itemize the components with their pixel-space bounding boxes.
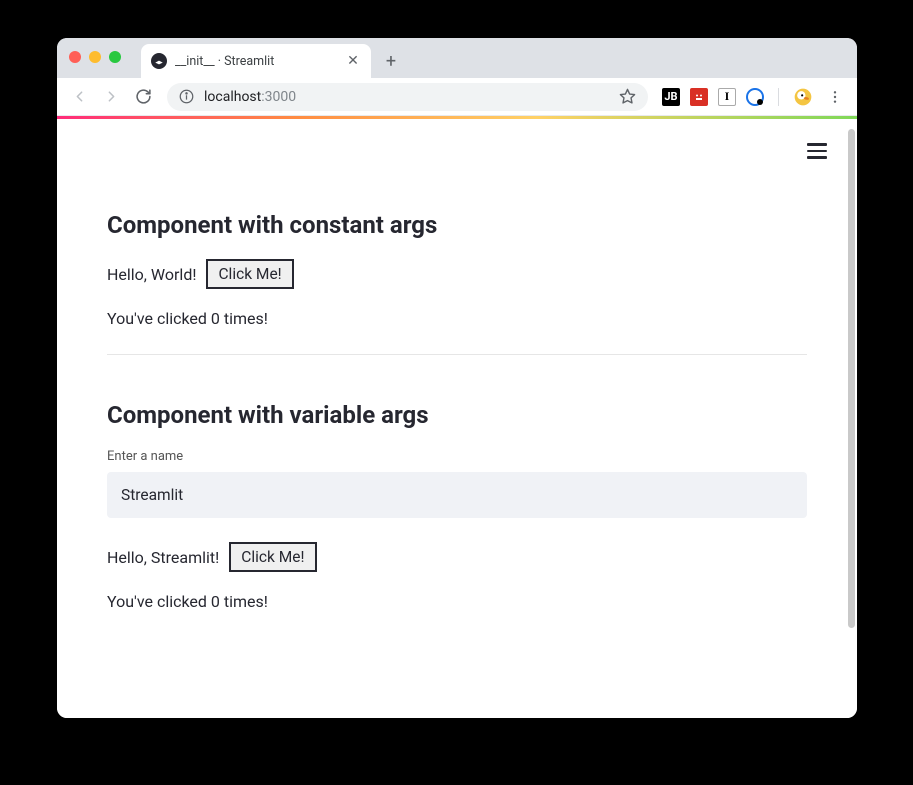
- address-bar[interactable]: localhost:3000: [167, 83, 648, 111]
- chrome-tabstrip: __init__ · Streamlit ✕ +: [57, 38, 857, 78]
- forward-button[interactable]: [97, 83, 125, 111]
- back-button[interactable]: [65, 83, 93, 111]
- name-input[interactable]: [107, 472, 807, 518]
- scrollbar[interactable]: [848, 129, 855, 628]
- toolbar-separator: [778, 88, 779, 106]
- section-variable-args: Component with variable args Enter a nam…: [107, 401, 807, 611]
- close-tab-button[interactable]: ✕: [345, 53, 361, 69]
- greeting-row: Hello, World! Click Me!: [107, 259, 807, 289]
- streamlit-favicon-icon: [151, 53, 167, 69]
- bookmark-star-icon[interactable]: [619, 88, 636, 105]
- section-heading: Component with variable args: [107, 401, 807, 429]
- tab-title: __init__ · Streamlit: [175, 54, 337, 69]
- browser-tab[interactable]: __init__ · Streamlit ✕: [141, 44, 371, 78]
- extension-icons: JB I: [658, 87, 817, 107]
- section-heading: Component with constant args: [107, 211, 807, 239]
- chrome-menu-button[interactable]: [821, 83, 849, 111]
- extension-red-icon[interactable]: [690, 88, 708, 106]
- extension-duck-icon[interactable]: [793, 87, 813, 107]
- reload-button[interactable]: [129, 83, 157, 111]
- maximize-window-button[interactable]: [109, 51, 121, 63]
- streamlit-menu-button[interactable]: [807, 139, 831, 163]
- browser-window: __init__ · Streamlit ✕ + localhost:3000 …: [57, 38, 857, 718]
- close-window-button[interactable]: [69, 51, 81, 63]
- app-content: Component with constant args Hello, Worl…: [57, 119, 857, 667]
- extension-circle-icon[interactable]: [746, 88, 764, 106]
- click-me-button[interactable]: Click Me!: [206, 259, 293, 289]
- site-info-icon[interactable]: [179, 89, 194, 104]
- section-constant-args: Component with constant args Hello, Worl…: [107, 211, 807, 328]
- extension-jb-icon[interactable]: JB: [662, 88, 680, 106]
- click-count-text: You've clicked 0 times!: [107, 592, 807, 611]
- input-label: Enter a name: [107, 449, 807, 464]
- divider: [107, 354, 807, 355]
- app-viewport: Component with constant args Hello, Worl…: [57, 119, 857, 718]
- minimize-window-button[interactable]: [89, 51, 101, 63]
- greeting-text: Hello, World!: [107, 265, 196, 284]
- click-me-button[interactable]: Click Me!: [229, 542, 316, 572]
- url-text: localhost:3000: [204, 89, 296, 105]
- click-count-text: You've clicked 0 times!: [107, 309, 807, 328]
- new-tab-button[interactable]: +: [377, 47, 405, 75]
- extension-i-icon[interactable]: I: [718, 88, 736, 106]
- greeting-row: Hello, Streamlit! Click Me!: [107, 542, 807, 572]
- greeting-text: Hello, Streamlit!: [107, 548, 219, 567]
- chrome-toolbar: localhost:3000 JB I: [57, 78, 857, 116]
- window-controls: [69, 51, 121, 63]
